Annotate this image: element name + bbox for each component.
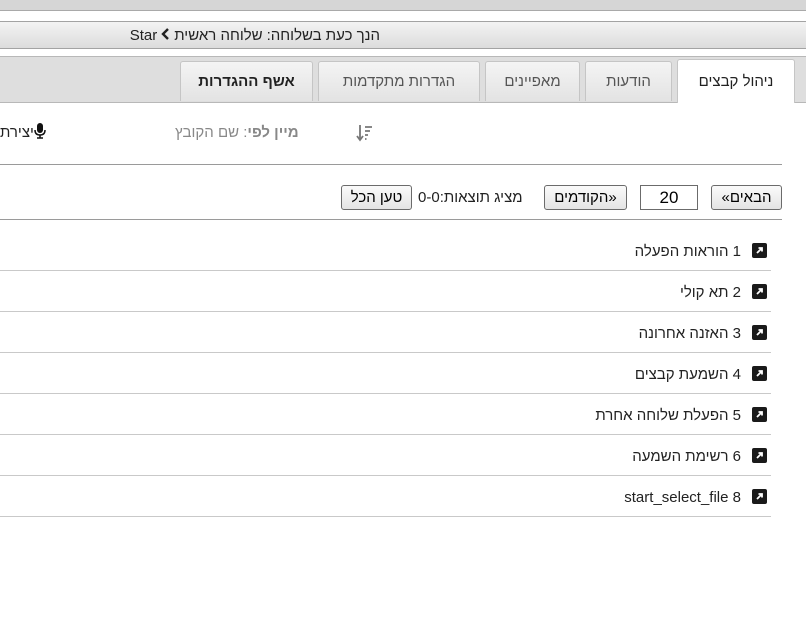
file-list: 1 הוראות הפעלה 2 תא קולי 3 האזנה אחרונה … [0, 230, 771, 517]
external-link-icon[interactable] [752, 366, 767, 381]
sort-by-label: מיין לפי [247, 124, 299, 141]
breadcrumb-root[interactable]: Star [130, 27, 158, 44]
file-name: הפעלת שלוחה אחרת [595, 407, 729, 424]
external-link-icon[interactable] [752, 448, 767, 463]
tab-settings-wizard[interactable]: אשף ההגדרות [180, 61, 313, 101]
tab-advanced-settings[interactable]: הגדרות מתקדמות [318, 61, 480, 101]
external-link-icon[interactable] [752, 407, 767, 422]
load-all-button[interactable]: טען הכל [341, 185, 412, 210]
previous-button[interactable]: הקודמים» [544, 185, 627, 210]
tab-bar: ניהול קבצים הודעות מאפיינים הגדרות מתקדמ… [0, 56, 806, 104]
file-label: 8 start_select_file [624, 489, 741, 506]
chevron-left-icon [161, 27, 170, 44]
file-label: 2 תא קולי [680, 284, 741, 301]
breadcrumb-bar: הנך כעת בשלוחה: שלוחה ראשית Star [0, 21, 806, 49]
file-label: 1 הוראות הפעלה [635, 243, 741, 260]
next-button[interactable]: «הבאים [711, 185, 782, 210]
file-name: תא קולי [679, 284, 729, 301]
tab-properties[interactable]: מאפיינים [485, 61, 580, 101]
file-label: 4 השמעת קבצים [635, 366, 741, 383]
list-item[interactable]: 3 האזנה אחרונה [0, 312, 771, 353]
breadcrumb: הנך כעת בשלוחה: שלוחה ראשית Star [130, 27, 380, 44]
external-link-icon[interactable] [752, 284, 767, 299]
file-name: הוראות הפעלה [634, 243, 729, 260]
sort-by-control[interactable]: מיין לפי: שם הקובץ [175, 124, 299, 141]
results-range: 0-0 [418, 189, 440, 206]
list-item[interactable]: 1 הוראות הפעלה [0, 230, 771, 271]
breadcrumb-prefix: הנך כעת בשלוחה: [266, 27, 380, 44]
top-window-strip [0, 0, 806, 11]
file-number: 4 [732, 366, 741, 383]
list-item[interactable]: 5 הפעלת שלוחה אחרת [0, 394, 771, 435]
file-number: 8 [732, 489, 741, 506]
file-name: רשימת השמעה [632, 448, 729, 465]
results-per-page-input[interactable] [640, 185, 698, 210]
tab-messages[interactable]: הודעות [585, 61, 672, 101]
divider [0, 164, 782, 165]
tab-file-management[interactable]: ניהול קבצים [677, 59, 795, 104]
list-item[interactable]: 8 start_select_file [0, 476, 771, 517]
file-label: 3 האזנה אחרונה [639, 325, 741, 342]
showing-label: מציג תוצאות: [439, 189, 523, 206]
file-name: השמעת קבצים [634, 366, 729, 383]
external-link-icon[interactable] [752, 325, 767, 340]
list-item[interactable]: 4 השמעת קבצים [0, 353, 771, 394]
file-number: 5 [732, 407, 741, 424]
list-item[interactable]: 2 תא קולי [0, 271, 771, 312]
sort-row: מיין לפי: שם הקובץ [0, 123, 806, 163]
file-number: 1 [732, 243, 741, 260]
file-number: 6 [732, 448, 741, 465]
results-summary: מציג תוצאות:0-0 [418, 189, 523, 206]
divider [0, 219, 782, 220]
external-link-icon[interactable] [752, 489, 767, 504]
sort-descending-icon[interactable] [356, 123, 374, 143]
file-number: 2 [732, 284, 741, 301]
file-label: 5 הפעלת שלוחה אחרת [595, 407, 741, 424]
mic-icon [34, 123, 46, 143]
record-control[interactable]: יצירת [0, 123, 46, 143]
file-label: 6 רשימת השמעה [632, 448, 741, 465]
list-item[interactable]: 6 רשימת השמעה [0, 435, 771, 476]
file-name: start_select_file [624, 489, 729, 506]
breadcrumb-current[interactable]: שלוחה ראשית [174, 27, 262, 44]
external-link-icon[interactable] [752, 243, 767, 258]
record-label: יצירת [0, 124, 34, 141]
file-management-panel: מיין לפי: שם הקובץ יצירת «הבאים הקודמים»… [0, 103, 806, 629]
file-number: 3 [732, 325, 741, 342]
file-name: האזנה אחרונה [638, 325, 729, 342]
sort-by-value: : שם הקובץ [175, 124, 248, 141]
